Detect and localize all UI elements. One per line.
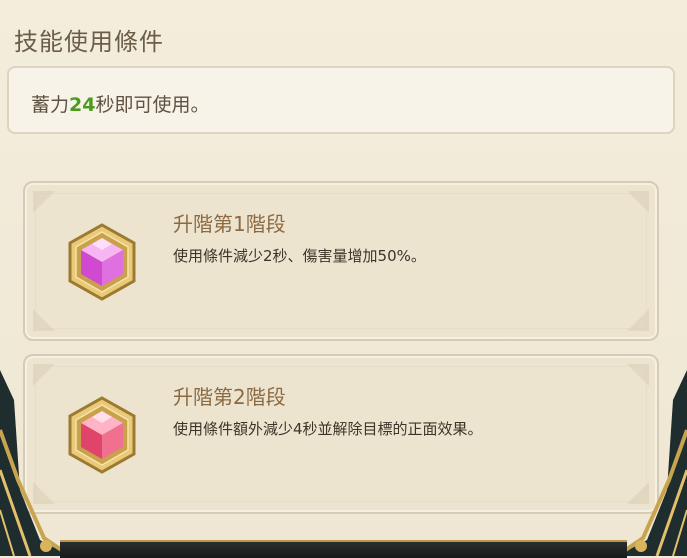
condition-box: 蓄力24秒即可使用。	[7, 66, 675, 134]
red-cube-gem-icon	[68, 396, 136, 474]
stage-card-2: 升階第2階段 使用條件額外減少4秒並解除目標的正面效果。	[23, 354, 659, 514]
pink-cube-gem-icon	[68, 223, 136, 301]
stage-1-description: 使用條件減少2秒、傷害量增加50%。	[173, 247, 426, 265]
charge-seconds: 24	[69, 94, 96, 116]
skill-condition-panel: 技能使用條件 蓄力24秒即可使用。 升階第1階段 使用條件減少2秒、傷害量增加5…	[0, 0, 687, 558]
bottom-frame-bar	[60, 540, 627, 558]
stage-2-description: 使用條件額外減少4秒並解除目標的正面效果。	[173, 420, 483, 438]
right-frame-ornament	[617, 370, 687, 556]
condition-prefix: 蓄力	[31, 94, 70, 116]
section-title: 技能使用條件	[14, 28, 164, 56]
condition-text: 蓄力24秒即可使用。	[31, 90, 209, 117]
stage-1-title: 升階第1階段	[173, 212, 286, 236]
condition-suffix: 秒即可使用。	[95, 94, 210, 116]
left-frame-ornament	[0, 370, 70, 556]
stage-card-1: 升階第1階段 使用條件減少2秒、傷害量增加50%。	[23, 181, 659, 341]
stage-2-title: 升階第2階段	[173, 385, 286, 409]
